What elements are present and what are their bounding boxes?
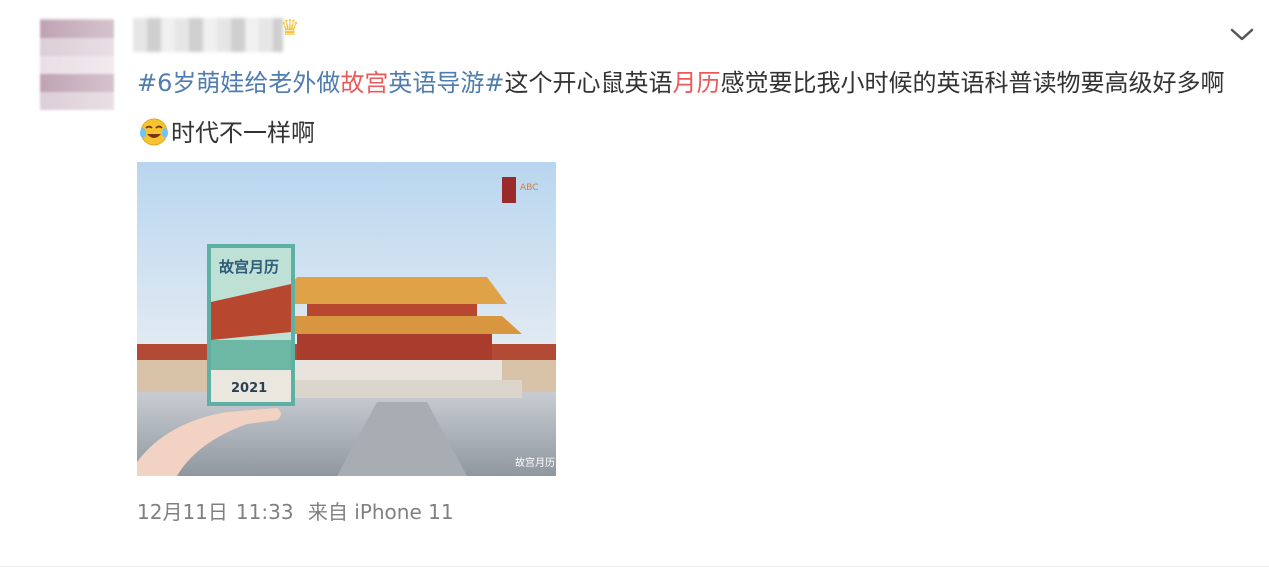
username[interactable] — [133, 18, 283, 52]
hashtag-end[interactable]: 英语导游# — [388, 69, 504, 97]
highlight-gugong: 故宫 — [340, 69, 389, 97]
calendar-title: 故宫月历 — [219, 258, 279, 276]
photo-watermark: 故宫月历 — [515, 456, 555, 469]
post-text-part: 这个开心鼠英语 — [504, 69, 673, 97]
post-source: 来自 iPhone 11 — [307, 500, 454, 524]
chevron-down-icon[interactable] — [1228, 24, 1256, 44]
post-time[interactable]: 11:33 — [236, 500, 294, 524]
highlight-yueli: 月历 — [672, 69, 721, 97]
avatar[interactable] — [40, 18, 114, 110]
calendar-year: 2021 — [231, 381, 267, 396]
laughing-crying-emoji-icon — [139, 114, 169, 146]
divider — [0, 566, 1269, 567]
post-meta: 12月11日 11:33 来自 iPhone 11 — [137, 496, 462, 525]
post-text-end: 时代不一样啊 — [171, 119, 315, 147]
hashtag-start[interactable]: #6岁萌娃给老外做 — [137, 69, 340, 97]
post-text: #6岁萌娃给老外做故宫英语导游#这个开心鼠英语月历感觉要比我小时候的英语科普读物… — [137, 58, 1227, 158]
svg-text:ABC: ABC — [520, 183, 538, 193]
post-text-part: 感觉要比我小时候的英语科普读物要高级好多啊 — [720, 69, 1225, 97]
post-date[interactable]: 12月11日 — [137, 500, 228, 524]
crown-icon: ♛ — [280, 16, 300, 41]
post-photo[interactable]: ABC 故宫月历 2021 故宫月历 — [137, 162, 556, 476]
